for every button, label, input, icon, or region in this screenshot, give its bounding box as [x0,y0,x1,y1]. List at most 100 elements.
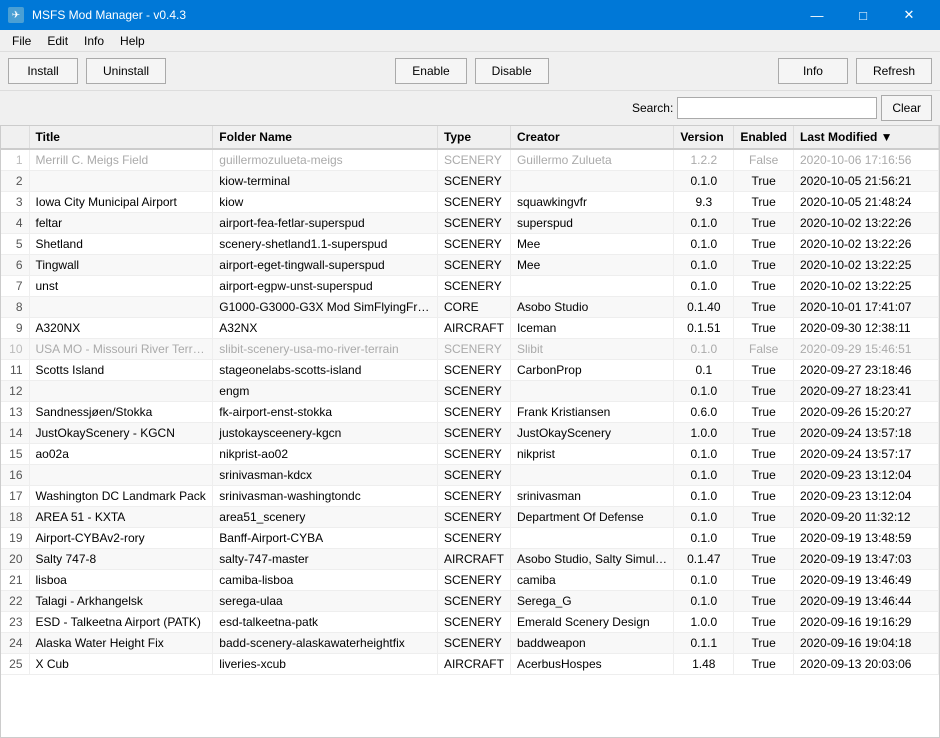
table-row[interactable]: 3Iowa City Municipal AirportkiowSCENERYs… [1,192,939,213]
maximize-button[interactable]: □ [840,0,886,30]
menu-help[interactable]: Help [112,32,153,50]
table-row[interactable]: 18AREA 51 - KXTAarea51_scenerySCENERYDep… [1,507,939,528]
table-row[interactable]: 9A320NXA32NXAIRCRAFTIceman0.1.51True2020… [1,318,939,339]
table-cell: 0.1.1 [674,633,734,654]
table-cell: 2020-09-29 15:46:51 [794,339,939,360]
table-row[interactable]: 7unstairport-egpw-unst-superspudSCENERY0… [1,276,939,297]
col-header-enabled[interactable]: Enabled [734,126,794,149]
table-cell: SCENERY [437,591,510,612]
table-cell: Talagi - Arkhangelsk [29,591,213,612]
mod-list-container[interactable]: Title Folder Name Type Creator Version E… [0,126,940,738]
table-row[interactable]: 8G1000-G3000-G3X Mod SimFlyingFriends 0.… [1,297,939,318]
table-cell [510,276,673,297]
table-row[interactable]: 5Shetlandscenery-shetland1.1-superspudSC… [1,234,939,255]
clear-button[interactable]: Clear [881,95,932,121]
table-cell: True [734,171,794,192]
col-header-version[interactable]: Version [674,126,734,149]
table-row[interactable]: 25X Cubliveries-xcubAIRCRAFTAcerbusHospe… [1,654,939,675]
table-row[interactable]: 15ao02anikprist-ao02SCENERYnikprist0.1.0… [1,444,939,465]
table-cell: 0.1 [674,360,734,381]
col-header-num [1,126,29,149]
table-cell: Iceman [510,318,673,339]
table-cell: 2020-09-16 19:16:29 [794,612,939,633]
search-input[interactable] [677,97,877,119]
uninstall-button[interactable]: Uninstall [86,58,166,84]
table-cell: Salty 747-8 [29,549,213,570]
table-row[interactable]: 17Washington DC Landmark Packsrinivasman… [1,486,939,507]
table-cell: 7 [1,276,29,297]
table-cell: 0.1.0 [674,486,734,507]
enable-button[interactable]: Enable [395,58,466,84]
close-button[interactable]: ✕ [886,0,932,30]
table-cell: 2020-10-05 21:56:21 [794,171,939,192]
table-cell: srinivasman-washingtondc [213,486,438,507]
table-cell [29,381,213,402]
table-cell: True [734,276,794,297]
menu-file[interactable]: File [4,32,39,50]
menu-edit[interactable]: Edit [39,32,76,50]
table-cell: 6 [1,255,29,276]
table-cell: squawkingvfr [510,192,673,213]
col-header-modified[interactable]: Last Modified ▼ [794,126,939,149]
table-cell: badd-scenery-alaskawaterheightfix [213,633,438,654]
table-cell: 0.1.0 [674,276,734,297]
table-cell: 1.0.0 [674,612,734,633]
table-cell: True [734,507,794,528]
table-cell: 0.1.0 [674,507,734,528]
table-cell: Iowa City Municipal Airport [29,192,213,213]
table-cell: 12 [1,381,29,402]
table-cell: guillermozulueta-meigs [213,149,438,171]
table-row[interactable]: 10USA MO - Missouri River Terrain Fixsli… [1,339,939,360]
table-cell: 2020-09-19 13:46:44 [794,591,939,612]
table-cell [510,381,673,402]
refresh-button[interactable]: Refresh [856,58,932,84]
table-cell: 0.1.47 [674,549,734,570]
table-cell: SCENERY [437,360,510,381]
table-row[interactable]: 20Salty 747-8salty-747-masterAIRCRAFTAso… [1,549,939,570]
table-cell: AcerbusHospes [510,654,673,675]
table-body: 1Merrill C. Meigs Fieldguillermozulueta-… [1,149,939,675]
table-row[interactable]: 19Airport-CYBAv2-roryBanff-Airport-CYBAS… [1,528,939,549]
table-row[interactable]: 23ESD - Talkeetna Airport (PATK)esd-talk… [1,612,939,633]
col-header-title[interactable]: Title [29,126,213,149]
table-row[interactable]: 1Merrill C. Meigs Fieldguillermozulueta-… [1,149,939,171]
table-cell: 2020-09-19 13:46:49 [794,570,939,591]
table-cell: engm [213,381,438,402]
table-row[interactable]: 4feltarairport-fea-fetlar-superspudSCENE… [1,213,939,234]
table-row[interactable]: 11Scotts Islandstageonelabs-scotts-islan… [1,360,939,381]
table-cell: True [734,423,794,444]
table-cell: liveries-xcub [213,654,438,675]
info-button[interactable]: Info [778,58,848,84]
table-row[interactable]: 14JustOkayScenery - KGCNjustokaysceenery… [1,423,939,444]
table-cell: 0.1.0 [674,381,734,402]
table-row[interactable]: 21lisboacamiba-lisboaSCENERYcamiba0.1.0T… [1,570,939,591]
col-header-creator[interactable]: Creator [510,126,673,149]
minimize-button[interactable]: — [794,0,840,30]
table-cell: True [734,192,794,213]
install-button[interactable]: Install [8,58,78,84]
table-cell: True [734,402,794,423]
col-header-type[interactable]: Type [437,126,510,149]
table-cell: 2020-10-06 17:16:56 [794,149,939,171]
table-row[interactable]: 24Alaska Water Height Fixbadd-scenery-al… [1,633,939,654]
table-cell: X Cub [29,654,213,675]
menu-info[interactable]: Info [76,32,112,50]
table-cell: camiba-lisboa [213,570,438,591]
table-row[interactable]: 16srinivasman-kdcxSCENERY0.1.0True2020-0… [1,465,939,486]
table-cell: USA MO - Missouri River Terrain Fix [29,339,213,360]
table-cell: SCENERY [437,507,510,528]
table-cell: feltar [29,213,213,234]
table-row[interactable]: 12engmSCENERY0.1.0True2020-09-27 18:23:4… [1,381,939,402]
table-cell: 2 [1,171,29,192]
table-row[interactable]: 13Sandnessjøen/Stokkafk-airport-enst-sto… [1,402,939,423]
table-cell: 1.48 [674,654,734,675]
table-row[interactable]: 2kiow-terminalSCENERY0.1.0True2020-10-05… [1,171,939,192]
table-row[interactable]: 6Tingwallairport-eget-tingwall-superspud… [1,255,939,276]
table-cell: SCENERY [437,570,510,591]
table-cell: kiow [213,192,438,213]
table-cell: SCENERY [437,234,510,255]
table-row[interactable]: 22Talagi - Arkhangelskserega-ulaaSCENERY… [1,591,939,612]
col-header-folder[interactable]: Folder Name [213,126,438,149]
table-cell: 18 [1,507,29,528]
disable-button[interactable]: Disable [475,58,549,84]
